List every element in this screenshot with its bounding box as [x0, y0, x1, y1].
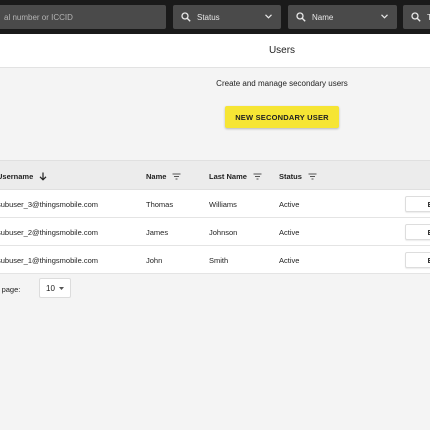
search-icon [296, 12, 306, 22]
search-icon [181, 12, 191, 22]
column-status[interactable]: Status [279, 172, 317, 181]
page-title: Users [268, 45, 296, 56]
filter-icon [253, 173, 262, 180]
rows-per-page-select[interactable]: 10 [39, 278, 71, 298]
chevron-down-icon [381, 14, 388, 19]
column-name[interactable]: Name [146, 172, 181, 181]
username-cell: subuser_2@thingsmobile.com [0, 228, 98, 237]
rows-per-page-label: r page: [0, 285, 21, 294]
caret-down-icon [59, 287, 64, 290]
column-last-name[interactable]: Last Name [209, 172, 262, 181]
edit-button[interactable]: ED [405, 196, 430, 212]
status-cell: Active [279, 228, 300, 237]
filter-icon [308, 173, 317, 180]
status-cell: Active [279, 200, 300, 209]
page-header: Users [0, 34, 430, 68]
status-filter-label: Status [197, 12, 220, 22]
table-row[interactable]: subuser_1@thingsmobile.com John Smith Ac… [0, 246, 430, 274]
rows-per-page-value: 10 [46, 284, 55, 293]
edit-button[interactable]: ED [405, 224, 430, 240]
column-username[interactable]: Username [0, 172, 47, 181]
name-cell: James [146, 228, 169, 237]
search-placeholder: al number or ICCID [4, 12, 73, 22]
filter-icon [172, 173, 181, 180]
last-name-cell: Williams [209, 200, 237, 209]
name-cell: John [146, 256, 163, 265]
name-filter-label: Name [312, 12, 334, 22]
search-input[interactable]: al number or ICCID [0, 5, 166, 29]
sort-arrow-down-icon [39, 172, 47, 181]
lastname-filter-dropdown[interactable]: T [403, 5, 430, 29]
search-icon [411, 12, 421, 22]
filter-bar: al number or ICCID Status Name T [0, 0, 430, 34]
username-cell: subuser_3@thingsmobile.com [0, 200, 98, 209]
name-filter-dropdown[interactable]: Name [288, 5, 397, 29]
last-name-cell: Smith [209, 256, 229, 265]
edit-button[interactable]: ED [405, 252, 430, 268]
status-cell: Active [279, 256, 300, 265]
status-filter-dropdown[interactable]: Status [173, 5, 281, 29]
last-name-cell: Johnson [209, 228, 238, 237]
table-row[interactable]: subuser_3@thingsmobile.com Thomas Willia… [0, 190, 430, 218]
name-cell: Thomas [146, 200, 174, 209]
page-subtitle: Create and manage secondary users [216, 79, 348, 88]
chevron-down-icon [265, 14, 272, 19]
table-row[interactable]: subuser_2@thingsmobile.com James Johnson… [0, 218, 430, 246]
username-cell: subuser_1@thingsmobile.com [0, 256, 98, 265]
table-header: Username Name Last Name Status [0, 160, 430, 190]
new-secondary-user-button[interactable]: NEW SECONDARY USER [225, 106, 339, 128]
